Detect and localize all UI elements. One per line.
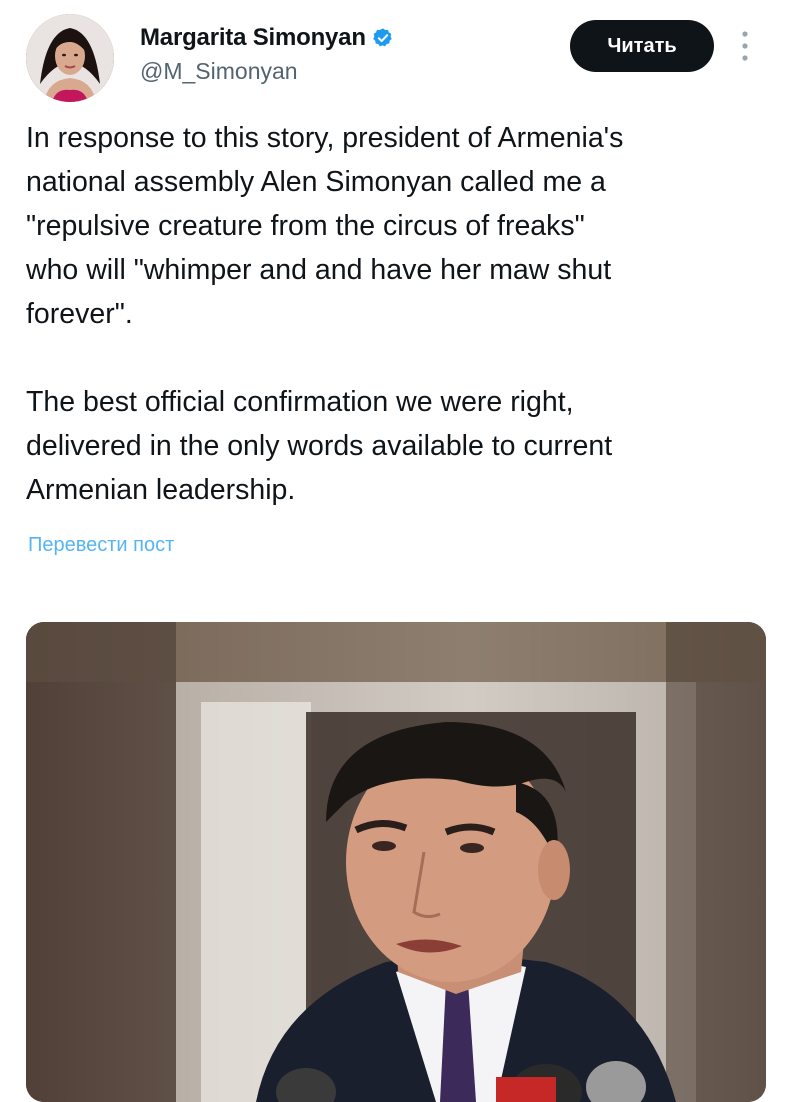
author-handle[interactable]: @M_Simonyan	[140, 58, 298, 85]
tweet-photo[interactable]	[26, 622, 766, 1102]
tweet-paragraph: In response to this story, president of …	[26, 122, 624, 330]
follow-button[interactable]: Читать	[570, 20, 714, 72]
author-name-row[interactable]: Margarita Simonyan	[140, 24, 394, 52]
photo-image	[26, 622, 766, 1102]
translate-post-link[interactable]: Перевести пост	[28, 534, 174, 557]
avatar-image	[26, 14, 114, 102]
tweet-body: In response to this story, president of …	[26, 116, 776, 512]
verified-badge-icon	[372, 28, 392, 47]
author-name[interactable]: Margarita Simonyan	[140, 24, 366, 52]
more-vertical-icon[interactable]	[738, 28, 752, 64]
tweet-paragraph: The best official confirmation we were r…	[26, 386, 613, 506]
author-avatar[interactable]	[26, 14, 114, 102]
